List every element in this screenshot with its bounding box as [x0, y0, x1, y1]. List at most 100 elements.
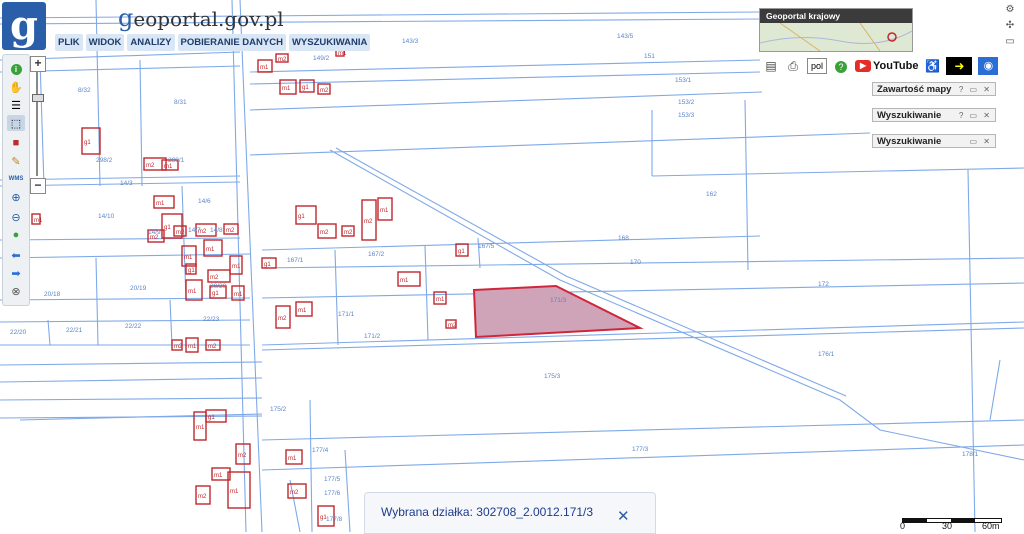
brand-title: geoportal.gov.pl: [118, 4, 284, 32]
print-icon[interactable]: ⎙: [785, 59, 801, 73]
scale-bar: 0 30 60m: [900, 516, 1004, 531]
building-label: m1: [298, 308, 307, 314]
youtube-label: YouTube: [873, 60, 919, 72]
building-label: g1: [298, 214, 305, 220]
panel-controls[interactable]: ▭ ✕: [970, 135, 992, 149]
eye-icon[interactable]: ◉: [978, 57, 999, 75]
parcel-label: 167/5: [478, 243, 495, 250]
building-label: m2: [290, 490, 299, 496]
scale-label-60: 60m: [982, 521, 1000, 531]
parcel-label: 143/3: [402, 38, 419, 45]
panel-wyszukiwanie-2[interactable]: Wyszukiwanie ▭ ✕: [872, 134, 996, 148]
building-label: m2: [208, 344, 217, 350]
building-label: g1: [458, 249, 465, 255]
building-label: g1: [212, 291, 219, 297]
selected-parcel-label: Wybrana działka: 302708_2.0012.171/3: [381, 505, 594, 519]
left-toolbar: i ✋ ☰ ⬚ ■ ✎ WMS ⊕ ⊖ ● ⬅ ➡ ⊗: [2, 54, 30, 306]
parcel-label: 162: [706, 191, 717, 198]
parcel-boundary: [0, 397, 263, 401]
layers-list-icon[interactable]: ☰: [7, 97, 25, 113]
forward-arrow-icon[interactable]: ➡: [7, 265, 25, 281]
parcel-label: 22/22: [125, 323, 142, 330]
brand-text: eoportal.gov.pl: [133, 7, 284, 31]
zoom-minus-button[interactable]: −: [30, 178, 46, 194]
wms-icon[interactable]: WMS: [7, 171, 25, 187]
scale-label-0: 0: [900, 521, 906, 531]
building-label: m2: [320, 88, 329, 94]
panel-controls[interactable]: ? ▭ ✕: [959, 83, 992, 97]
panel-controls[interactable]: ? ▭ ✕: [959, 109, 992, 123]
parcel-boundary: [309, 399, 313, 532]
building-label: m1: [156, 201, 165, 207]
parcel-label: 175/2: [270, 406, 287, 413]
parcel-label: 22/21: [66, 327, 83, 334]
minimap-title: Geoportal krajowy: [760, 9, 912, 23]
building-label: g1: [188, 268, 195, 274]
building-label: m2: [238, 453, 247, 459]
menu-plik[interactable]: PLIK: [55, 34, 83, 51]
zoom-plus-button[interactable]: +: [30, 56, 46, 72]
compass-icon[interactable]: ✣: [1002, 20, 1018, 32]
globe-icon[interactable]: ●: [7, 227, 25, 243]
zoom-in-icon[interactable]: ⊕: [7, 189, 25, 205]
select-area-icon[interactable]: ⬚: [7, 115, 25, 131]
parcel-label: 143/5: [617, 33, 634, 40]
parcel-label: 153/2: [678, 99, 695, 106]
parcel-label: 20/19: [130, 285, 147, 292]
zoom-thumb[interactable]: [32, 94, 44, 102]
building-label: m2: [278, 316, 287, 322]
zoom-out-icon[interactable]: ⊖: [7, 209, 25, 225]
panel-wyszukiwanie-1[interactable]: Wyszukiwanie ? ▭ ✕: [872, 108, 996, 122]
language-select[interactable]: pol: [807, 58, 828, 74]
pencil-icon[interactable]: ✎: [7, 153, 25, 169]
settings-icon[interactable]: ⚙: [1002, 4, 1018, 16]
parcel-label: 151: [644, 53, 655, 60]
building-label: m1: [232, 264, 241, 270]
parcel-label: 177/5: [324, 476, 341, 483]
parcel-label: 170: [630, 259, 641, 266]
red-marker-icon[interactable]: ■: [7, 135, 25, 151]
parcel-label: 175/3: [544, 373, 561, 380]
panel-zawartosc-mapy[interactable]: Zawartość mapy ? ▭ ✕: [872, 82, 996, 96]
parcel-label: 14/10: [98, 213, 115, 220]
zoom-track[interactable]: [36, 72, 38, 176]
back-arrow-icon[interactable]: ⬅: [7, 247, 25, 263]
accessibility-icon[interactable]: ♿: [924, 59, 940, 73]
parcel-label: 177/6: [324, 490, 341, 497]
close-icon[interactable]: ✕: [617, 507, 630, 525]
scale-label-30: 30: [942, 521, 953, 531]
parcel-boundary: [139, 59, 143, 187]
selected-parcel[interactable]: [472, 284, 644, 339]
parcel-label: 298/2: [96, 157, 113, 164]
building-label: g1: [84, 140, 91, 146]
overview-minimap[interactable]: Geoportal krajowy: [759, 8, 913, 52]
info-icon[interactable]: i: [7, 61, 25, 77]
parcel-label: 171/1: [338, 311, 355, 318]
building-label: m1: [184, 255, 193, 261]
menu-widok[interactable]: WIDOK: [85, 34, 125, 51]
zoom-slider[interactable]: + −: [30, 56, 46, 194]
parcel-boundary: [424, 244, 429, 341]
full-extent-icon[interactable]: ⊗: [7, 283, 25, 299]
map-canvas[interactable]: m1m2m1 g1 m2m1g1m2 m1m1g1m2m1g1m2m1m2m1m1 g1…: [0, 0, 1024, 532]
minimize-icon[interactable]: ▭: [1002, 36, 1018, 48]
menu-pobieranie-danych[interactable]: POBIERANIE DANYCH: [177, 34, 286, 51]
parcel-label: 177/4: [312, 447, 329, 454]
document-icon[interactable]: ▤: [763, 59, 779, 73]
youtube-link[interactable]: ▶ YouTube: [855, 60, 918, 72]
menu-analizy[interactable]: ANALIZY: [127, 34, 175, 51]
hand-pan-icon[interactable]: ✋: [7, 79, 25, 95]
building-label: m1: [164, 164, 173, 170]
building-label: m1: [188, 344, 197, 350]
building-label: m1: [282, 86, 291, 92]
parcel-label: 176/1: [818, 351, 835, 358]
high-contrast-button[interactable]: ➜: [946, 57, 973, 75]
building-label: m1: [234, 292, 243, 298]
geoportal-logo[interactable]: g: [2, 2, 46, 50]
building-label: m2: [210, 275, 219, 281]
help-icon[interactable]: ?: [833, 59, 849, 73]
parcel-boundary: [329, 149, 1024, 461]
menu-wyszukiwania[interactable]: WYSZUKIWANIA: [288, 34, 371, 51]
building-label: m2: [176, 230, 185, 236]
top-toolbar: ▤ ⎙ pol ? ▶ YouTube ♿ ➜ ◉: [763, 57, 999, 75]
